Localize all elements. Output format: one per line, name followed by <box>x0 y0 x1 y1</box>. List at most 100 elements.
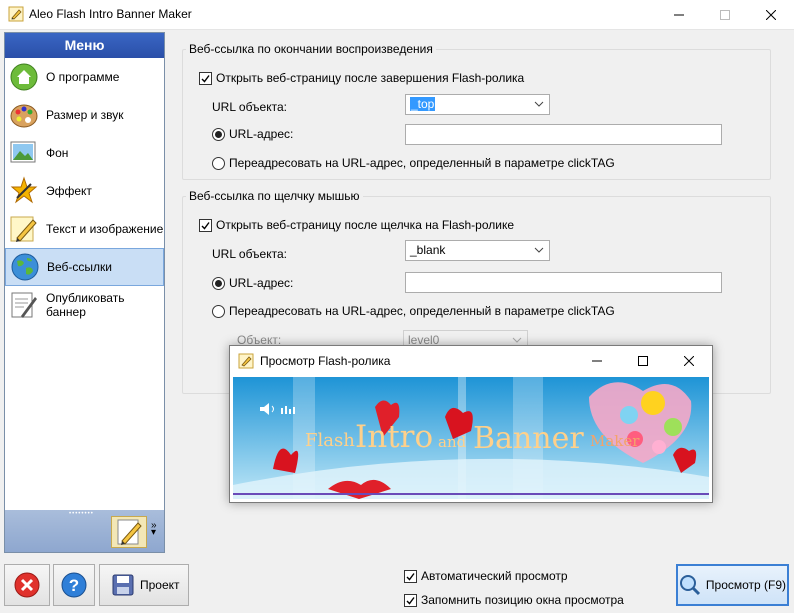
click-target-label: URL объекта: <box>212 247 287 261</box>
chevron-down-icon <box>512 337 522 343</box>
title-bar: Aleo Flash Intro Banner Maker <box>0 0 794 30</box>
help-button[interactable]: ? <box>53 564 95 606</box>
click-url-radio[interactable]: URL-адрес: <box>212 276 293 290</box>
sidebar-item-label: Фон <box>46 146 69 160</box>
banner-word-intro: Intro <box>355 419 434 455</box>
sidebar-menu: Меню О программе Размер и звук Фон Эффек… <box>4 32 165 553</box>
banner-word-banner: Banner <box>473 421 584 456</box>
radio-selected-icon <box>212 276 225 290</box>
click-open-checkbox[interactable]: Открыть веб-страницу после щелчка на Fla… <box>199 218 514 232</box>
banner-word-and: and <box>438 433 467 451</box>
chevron-more-icon[interactable]: » ▾ <box>151 521 157 538</box>
maximize-icon <box>720 10 730 20</box>
project-button[interactable]: Проект <box>99 564 189 606</box>
resize-grip[interactable]: •••••••• <box>69 511 94 517</box>
palette-icon <box>10 104 38 128</box>
sidebar-item-about[interactable]: О программе <box>5 58 164 96</box>
end-target-label: URL объекта: <box>212 100 287 114</box>
radio-unselected-icon <box>212 304 225 318</box>
exit-button[interactable] <box>4 564 50 606</box>
magnifier-icon <box>679 575 700 596</box>
preview-maximize-button[interactable] <box>620 346 666 376</box>
svg-text:?: ? <box>69 576 79 595</box>
banner-word-maker: Maker <box>590 432 640 450</box>
click-target-select[interactable]: _blank <box>405 240 550 261</box>
end-url-input[interactable] <box>405 124 722 145</box>
pencil-icon <box>10 216 37 242</box>
radio-label: URL-адрес: <box>229 127 294 141</box>
sidebar-item-label: Эффект <box>46 184 92 198</box>
preview-title-bar[interactable]: Просмотр Flash-ролика <box>230 346 712 376</box>
preview-title: Просмотр Flash-ролика <box>260 354 391 368</box>
effect-icon <box>10 176 38 204</box>
preview-minimize-button[interactable] <box>574 346 620 376</box>
sidebar-item-label: Текст и изображение <box>46 222 164 236</box>
close-circle-icon <box>14 572 40 598</box>
sidebar-item-label: Опубликовать баннер <box>46 291 125 319</box>
close-window-button[interactable] <box>748 0 794 30</box>
radio-unselected-icon <box>212 156 225 170</box>
sidebar-item-size-sound[interactable]: Размер и звук <box>5 96 164 134</box>
end-target-select[interactable]: _top <box>405 94 550 115</box>
group-legend: Веб-ссылка по щелчку мышью <box>189 189 360 203</box>
end-clicktag-radio[interactable]: Переадресовать на URL-адрес, определенны… <box>212 156 615 170</box>
click-url-input[interactable] <box>405 272 722 293</box>
minimize-button[interactable] <box>656 0 702 30</box>
sidebar-item-label: О программе <box>46 70 120 84</box>
text-image-shortcut-button[interactable] <box>111 516 147 548</box>
project-button-label: Проект <box>140 578 180 592</box>
end-open-checkbox[interactable]: Открыть веб-страницу после завершения Fl… <box>199 71 524 85</box>
sidebar-toolbar: •••••••• » ▾ <box>5 510 164 552</box>
select-value: _top <box>410 97 436 111</box>
sidebar-item-label: Размер и звук <box>46 108 124 122</box>
preview-button-label: Просмотр (F9) <box>705 578 787 592</box>
bottom-toolbar: ? Проект Автоматический просмотр Запомни… <box>0 556 794 613</box>
sidebar-item-web-links[interactable]: Веб-ссылки <box>5 248 164 286</box>
picture-icon <box>10 141 36 163</box>
sidebar-item-label: Веб-ссылки <box>47 260 112 274</box>
checkbox-checked-icon <box>199 71 212 85</box>
app-pencil-icon <box>238 353 254 369</box>
end-url-radio[interactable]: URL-адрес: <box>212 127 293 141</box>
minimize-icon <box>592 360 602 362</box>
click-clicktag-radio[interactable]: Переадресовать на URL-адрес, определенны… <box>212 304 615 318</box>
menu-header: Меню <box>5 33 164 58</box>
sidebar-item-effect[interactable]: Эффект <box>5 172 164 210</box>
minimize-icon <box>674 14 684 16</box>
sidebar-item-publish[interactable]: Опубликовать баннер <box>5 286 164 324</box>
checkbox-label: Открыть веб-страницу после завершения Fl… <box>216 71 525 85</box>
checkbox-checked-icon <box>199 218 212 232</box>
chevron-down-icon <box>534 247 544 253</box>
select-value: _blank <box>410 243 446 257</box>
checkbox-checked-icon <box>404 593 417 607</box>
preview-button[interactable]: Просмотр (F9) <box>676 564 789 606</box>
maximize-icon <box>638 356 648 366</box>
flash-banner-preview[interactable]: Flash Intro and Banner Maker <box>233 377 709 499</box>
chevron-down-icon <box>534 101 544 107</box>
pencil-icon <box>117 519 142 545</box>
group-legend: Веб-ссылка по окончании воспроизведения <box>189 42 433 56</box>
radio-selected-icon <box>212 127 225 141</box>
remember-position-checkbox[interactable]: Запомнить позицию окна просмотра <box>404 593 624 607</box>
sidebar-item-text-image[interactable]: Текст и изображение <box>5 210 164 248</box>
checkbox-label: Открыть веб-страницу после щелчка на Fla… <box>216 218 515 232</box>
radio-label: Переадресовать на URL-адрес, определенны… <box>229 304 615 318</box>
publish-icon <box>11 292 37 318</box>
maximize-button[interactable] <box>702 0 748 30</box>
close-icon <box>684 356 694 366</box>
checkbox-label: Автоматический просмотр <box>421 569 568 583</box>
help-icon: ? <box>61 572 87 598</box>
sidebar-item-background[interactable]: Фон <box>5 134 164 172</box>
preview-window: Просмотр Flash-ролика Flash Intro and Ba… <box>229 345 713 503</box>
radio-label: URL-адрес: <box>229 276 294 290</box>
radio-label: Переадресовать на URL-адрес, определенны… <box>229 156 615 170</box>
save-disk-icon <box>112 574 134 596</box>
home-icon <box>10 63 38 91</box>
auto-preview-checkbox[interactable]: Автоматический просмотр <box>404 569 568 583</box>
globe-icon <box>11 253 39 281</box>
app-pencil-icon <box>8 6 24 22</box>
checkbox-label: Запомнить позицию окна просмотра <box>421 593 624 607</box>
checkbox-checked-icon <box>404 569 417 583</box>
preview-close-button[interactable] <box>666 346 712 376</box>
close-icon <box>766 10 776 20</box>
